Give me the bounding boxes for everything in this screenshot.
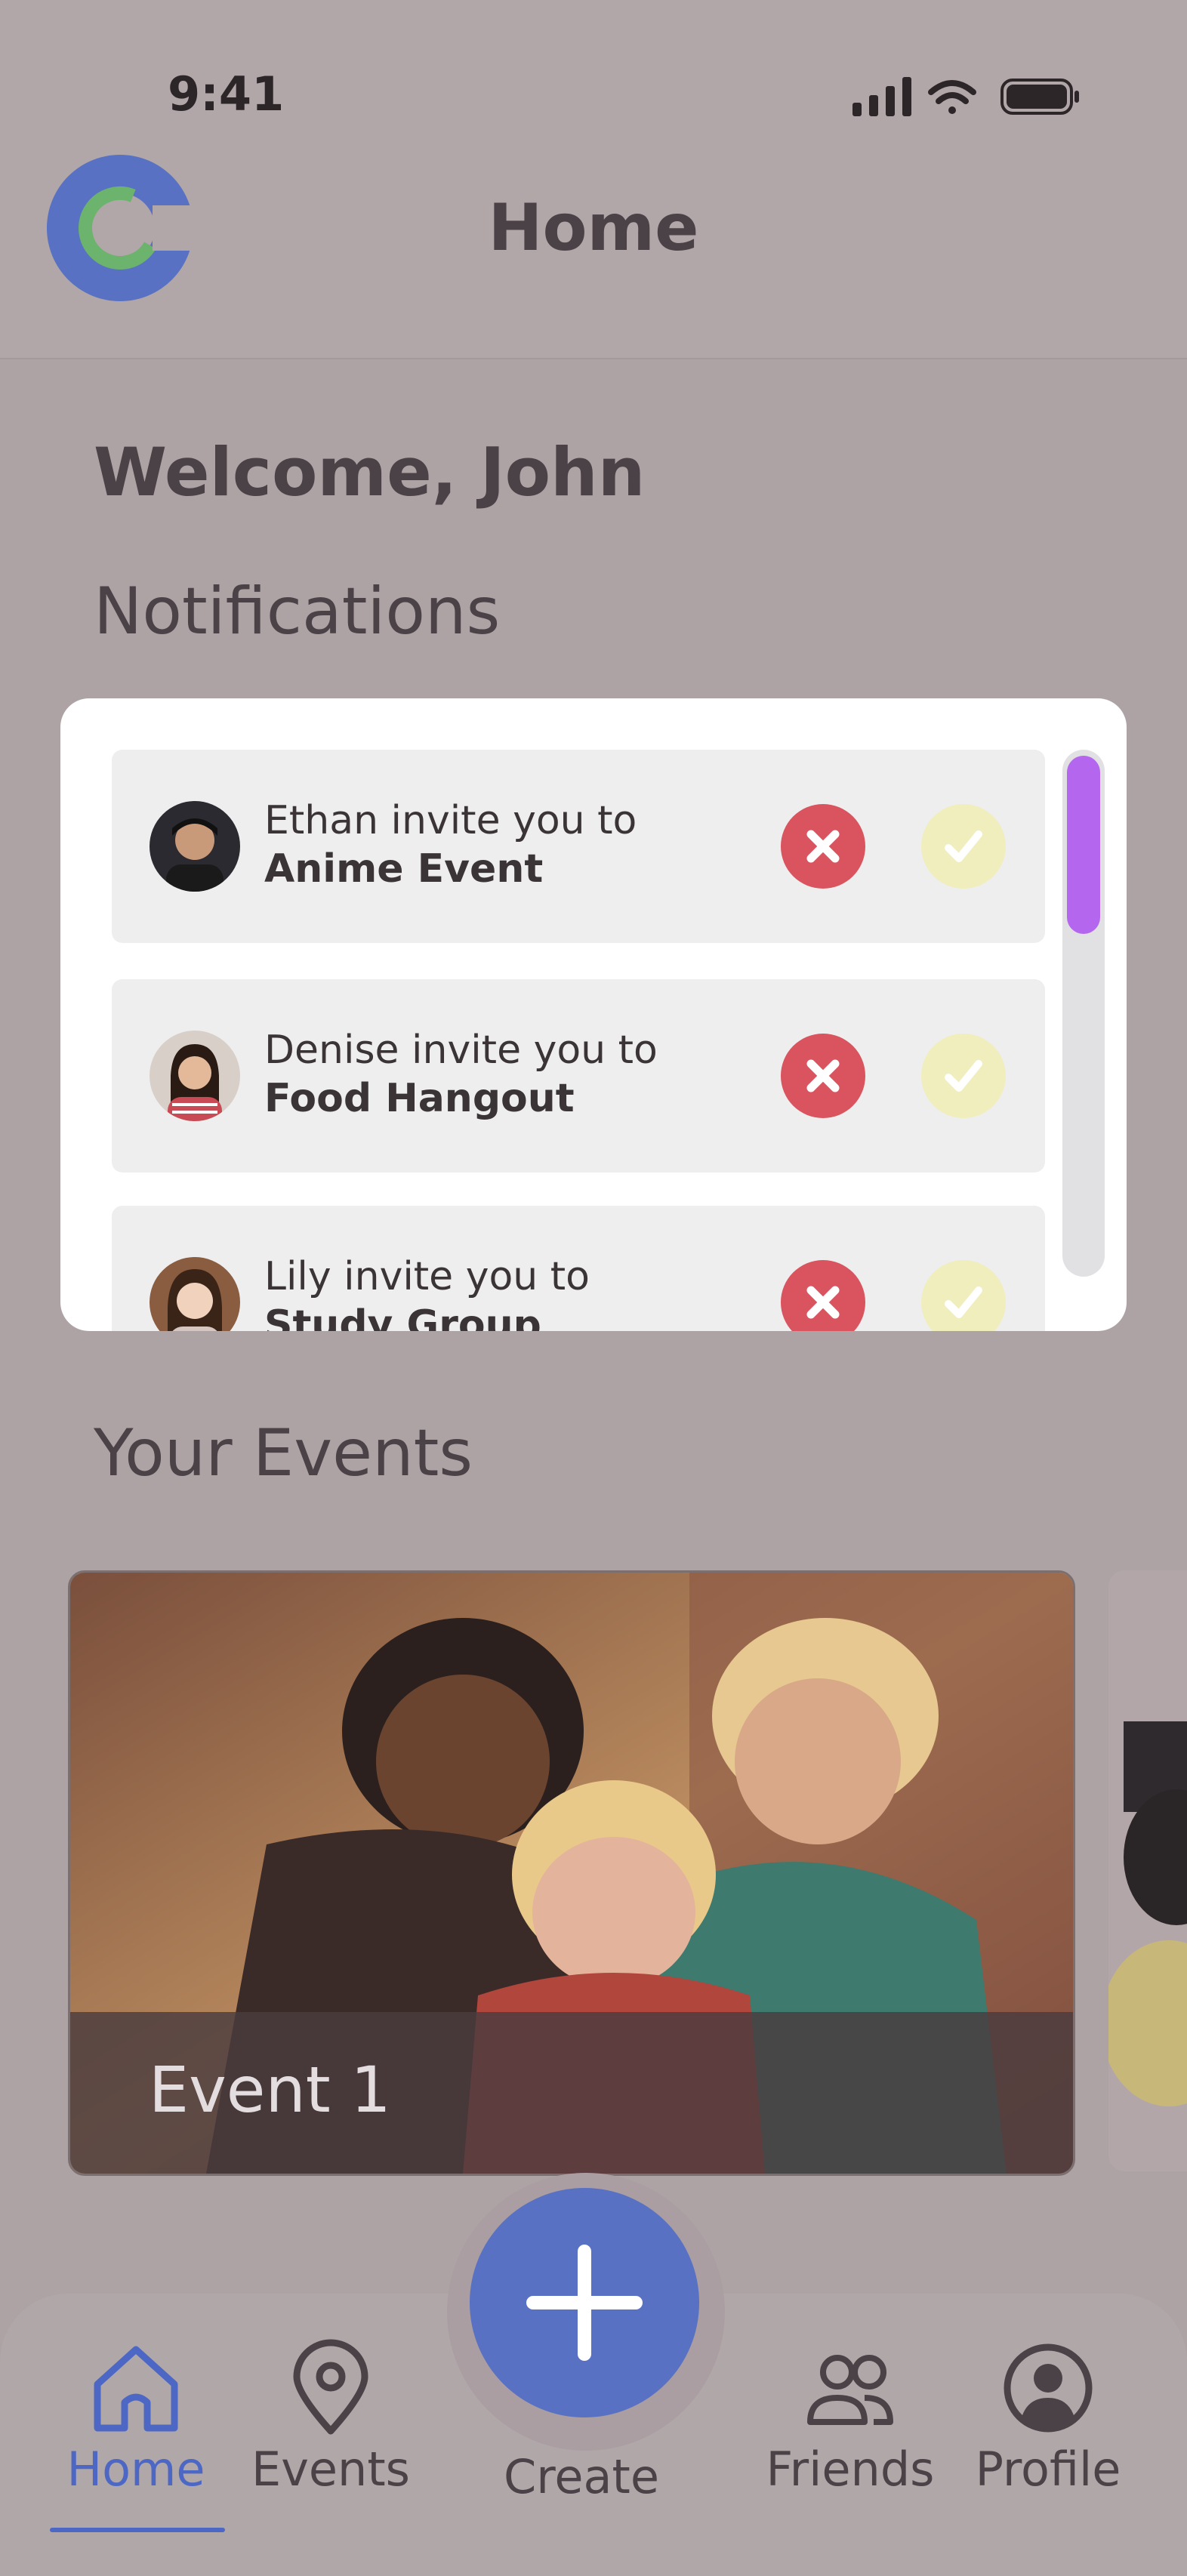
- signal-icon: [852, 77, 911, 116]
- notification-text: Denise invite you to: [264, 1028, 658, 1073]
- avatar: [150, 1257, 240, 1331]
- location-pin-icon: [293, 2339, 368, 2435]
- decline-button[interactable]: [781, 1260, 865, 1331]
- welcome-text: Welcome, John: [94, 433, 646, 511]
- notification-event: Study Group: [264, 1302, 541, 1331]
- nav-item-profile[interactable]: Profile: [957, 2337, 1139, 2497]
- create-button[interactable]: [470, 2188, 699, 2417]
- check-icon: [945, 1060, 982, 1092]
- friends-icon: [807, 2355, 893, 2425]
- decline-button[interactable]: [781, 1034, 865, 1118]
- wifi-icon: [928, 80, 976, 114]
- event-card[interactable]: [1108, 1570, 1187, 2171]
- accept-button[interactable]: [921, 1260, 1006, 1331]
- nav-label-friends: Friends: [766, 2442, 935, 2497]
- notification-item[interactable]: Denise invite you to Food Hangout: [112, 979, 1045, 1172]
- nav-item-home[interactable]: Home: [45, 2337, 227, 2497]
- accept-button[interactable]: [921, 1034, 1006, 1118]
- event-image: [1108, 1570, 1187, 2171]
- check-icon: [945, 1286, 982, 1318]
- check-icon: [945, 830, 982, 862]
- status-icons: [852, 77, 1079, 116]
- notifications-card: Ethan invite you to Anime Event Denise i…: [60, 698, 1127, 1331]
- status-time: 9:41: [168, 66, 285, 122]
- notification-item[interactable]: Lily invite you to Study Group: [112, 1206, 1045, 1331]
- close-icon: [806, 830, 840, 863]
- close-icon: [806, 1286, 840, 1319]
- plus-icon: [526, 2245, 643, 2361]
- active-tab-indicator: [50, 2528, 225, 2532]
- notification-text: Ethan invite you to: [264, 798, 637, 843]
- notification-text: Lily invite you to: [264, 1254, 590, 1299]
- event-card[interactable]: Event 1: [68, 1570, 1075, 2176]
- notification-event: Food Hangout: [264, 1076, 575, 1121]
- nav-label-events: Events: [251, 2442, 410, 2497]
- nav-item-events[interactable]: Events: [240, 2337, 421, 2497]
- notifications-title: Notifications: [94, 574, 501, 649]
- your-events-title: Your Events: [94, 1416, 473, 1491]
- accept-button[interactable]: [921, 804, 1006, 889]
- battery-icon: [1000, 79, 1079, 115]
- avatar: [150, 801, 240, 892]
- page-title: Home: [488, 190, 699, 266]
- nav-label-create[interactable]: Create: [468, 2449, 695, 2504]
- event-label-bar: Event 1: [70, 2012, 1073, 2174]
- close-icon: [806, 1059, 840, 1092]
- decline-button[interactable]: [781, 804, 865, 889]
- nav-item-friends[interactable]: Friends: [760, 2337, 941, 2497]
- nav-label-home: Home: [66, 2442, 205, 2497]
- profile-icon: [1004, 2343, 1093, 2433]
- avatar: [150, 1031, 240, 1121]
- notification-event: Anime Event: [264, 846, 544, 892]
- scrollbar-thumb[interactable]: [1067, 756, 1100, 934]
- nav-label-profile: Profile: [975, 2442, 1121, 2497]
- event-name: Event 1: [149, 2053, 391, 2127]
- notification-item[interactable]: Ethan invite you to Anime Event: [112, 750, 1045, 943]
- home-icon: [94, 2346, 178, 2432]
